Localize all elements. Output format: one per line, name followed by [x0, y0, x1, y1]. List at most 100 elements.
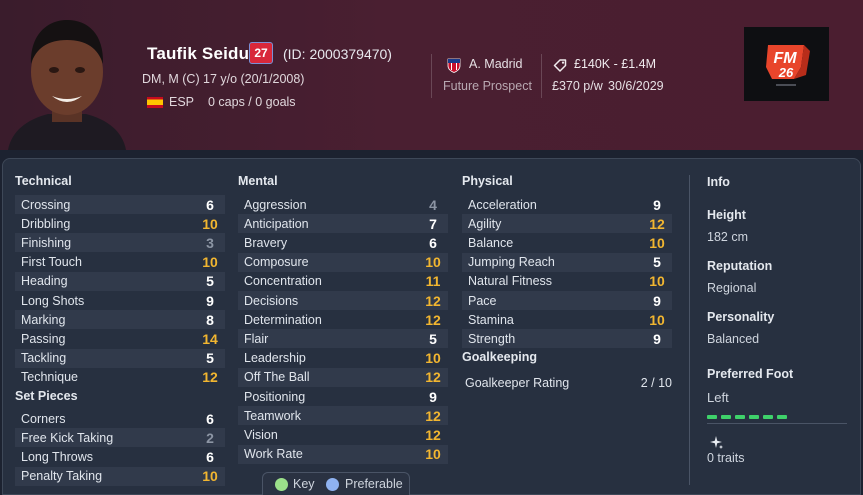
key-attribute-dot-icon	[275, 478, 288, 491]
attribute-row-stamina[interactable]: Stamina 10	[462, 310, 672, 329]
attribute-row-acceleration[interactable]: Acceleration 9	[462, 195, 672, 214]
attribute-value: 10	[425, 446, 441, 463]
attribute-row-corners[interactable]: Corners 6	[15, 409, 225, 428]
physical-heading: Physical	[462, 174, 513, 188]
attribute-label: Flair	[244, 331, 269, 346]
goalkeeper-rating-label: Goalkeeper Rating	[465, 375, 570, 390]
traits-count[interactable]: 0 traits	[707, 451, 745, 465]
attribute-row-free-kick-taking[interactable]: Free Kick Taking 2	[15, 428, 225, 448]
attribute-value: 12	[425, 369, 441, 386]
attribute-value: 9	[653, 196, 661, 213]
attribute-label: Heading	[21, 274, 68, 289]
attribute-row-dribbling[interactable]: Dribbling 10	[15, 214, 225, 233]
attribute-value: 9	[653, 330, 661, 347]
attribute-value: 10	[202, 215, 218, 232]
attribute-row-long-throws[interactable]: Long Throws 6	[15, 447, 225, 466]
height-value: 182 cm	[707, 230, 748, 244]
player-positions: DM, M (C)	[142, 72, 200, 86]
attribute-row-long-shots[interactable]: Long Shots 9	[15, 291, 225, 310]
attribute-label: Decisions	[244, 293, 299, 308]
attribute-row-crossing[interactable]: Crossing 6	[15, 195, 225, 214]
contract-expiry: 30/6/2029	[608, 79, 664, 93]
attribute-row-decisions[interactable]: Decisions 12	[238, 291, 448, 310]
attribute-row-vision[interactable]: Vision 12	[238, 425, 448, 444]
attribute-value: 10	[649, 273, 665, 290]
spain-flag-icon	[147, 97, 163, 108]
club-name-link[interactable]: A. Madrid	[469, 57, 523, 71]
mental-heading: Mental	[238, 174, 278, 188]
attribute-row-bravery[interactable]: Bravery 6	[238, 233, 448, 252]
attribute-label: Corners	[21, 411, 66, 426]
attribute-label: Passing	[21, 331, 66, 346]
attribute-value: 10	[425, 350, 441, 367]
attribute-row-work-rate[interactable]: Work Rate 10	[238, 444, 448, 464]
attribute-label: Work Rate	[244, 447, 303, 462]
club-crest-icon[interactable]	[446, 57, 462, 73]
attribute-label: Long Throws	[21, 449, 94, 464]
attribute-row-agility[interactable]: Agility 12	[462, 214, 672, 234]
attribute-label: Dribbling	[21, 216, 71, 231]
attribute-value: 5	[206, 350, 214, 367]
attribute-value: 7	[429, 215, 437, 232]
attribute-value: 12	[425, 311, 441, 328]
attribute-row-off-the-ball[interactable]: Off The Ball 12	[238, 367, 448, 387]
attribute-row-anticipation[interactable]: Anticipation 7	[238, 214, 448, 234]
attribute-label: Leadership	[244, 351, 306, 366]
attribute-value: 6	[206, 196, 214, 213]
info-heading: Info	[707, 175, 730, 189]
attribute-label: Stamina	[468, 312, 514, 327]
attribute-row-finishing[interactable]: Finishing 3	[15, 233, 225, 253]
attribute-label: Free Kick Taking	[21, 430, 114, 445]
attribute-label: Concentration	[244, 274, 322, 289]
attribute-row-leadership[interactable]: Leadership 10	[238, 349, 448, 368]
goalkeeper-rating-value: 2 / 10	[640, 375, 672, 390]
attribute-row-technique[interactable]: Technique 12	[15, 368, 225, 387]
fm-logo-year: 26	[778, 65, 794, 80]
player-id: (ID: 2000379470)	[283, 46, 392, 62]
attribute-value: 9	[429, 388, 437, 405]
attribute-label: Off The Ball	[244, 370, 310, 385]
attribute-value: 3	[206, 234, 214, 251]
attribute-value: 12	[425, 407, 441, 424]
attribute-row-heading[interactable]: Heading 5	[15, 271, 225, 291]
attribute-row-marking[interactable]: Marking 8	[15, 310, 225, 330]
price-tag-icon	[553, 59, 567, 72]
attribute-row-strength[interactable]: Strength 9	[462, 329, 672, 349]
attribute-label: Composure	[244, 255, 309, 270]
attribute-row-determination[interactable]: Determination 12	[238, 310, 448, 329]
personality-value: Balanced	[707, 332, 760, 346]
foot-strength-bar	[707, 408, 789, 419]
attribute-value: 12	[202, 369, 218, 386]
attribute-row-first-touch[interactable]: First Touch 10	[15, 253, 225, 272]
preferred-foot-label: Preferred Foot	[707, 367, 794, 381]
attribute-value: 12	[425, 426, 441, 443]
attribute-label: First Touch	[21, 255, 82, 270]
attribute-row-passing[interactable]: Passing 14	[15, 329, 225, 348]
legend-preferable-label: Preferable	[345, 477, 403, 491]
attribute-row-pace[interactable]: Pace 9	[462, 291, 672, 310]
attribute-label: Tackling	[21, 351, 67, 366]
personality-label: Personality	[707, 310, 775, 324]
attribute-label: Acceleration	[468, 197, 537, 212]
fm26-logo-graphic: FM 26	[766, 45, 810, 86]
attribute-row-concentration[interactable]: Concentration 11	[238, 272, 448, 291]
reputation-value: Regional	[707, 281, 757, 295]
attribute-row-penalty-taking[interactable]: Penalty Taking 10	[15, 466, 225, 486]
attribute-label: Aggression	[244, 197, 307, 212]
attribute-row-flair[interactable]: Flair 5	[238, 329, 448, 349]
attribute-row-tackling[interactable]: Tackling 5	[15, 348, 225, 368]
attribute-row-composure[interactable]: Composure 10	[238, 252, 448, 272]
attribute-row-teamwork[interactable]: Teamwork 12	[238, 406, 448, 426]
attribute-label: Anticipation	[244, 216, 309, 231]
attribute-label: Strength	[468, 331, 516, 346]
attribute-value: 10	[649, 311, 665, 328]
legend-key-label: Key	[293, 477, 315, 491]
attribute-row-positioning[interactable]: Positioning 9	[238, 387, 448, 406]
player-wage: £370 p/w	[552, 79, 603, 93]
attribute-label: Penalty Taking	[21, 469, 103, 484]
attribute-row-aggression[interactable]: Aggression 4	[238, 195, 448, 214]
attribute-value: 9	[206, 292, 214, 309]
attribute-row-jumping-reach[interactable]: Jumping Reach 5	[462, 252, 672, 272]
attribute-row-balance[interactable]: Balance 10	[462, 233, 672, 252]
attribute-row-natural-fitness[interactable]: Natural Fitness 10	[462, 272, 672, 291]
